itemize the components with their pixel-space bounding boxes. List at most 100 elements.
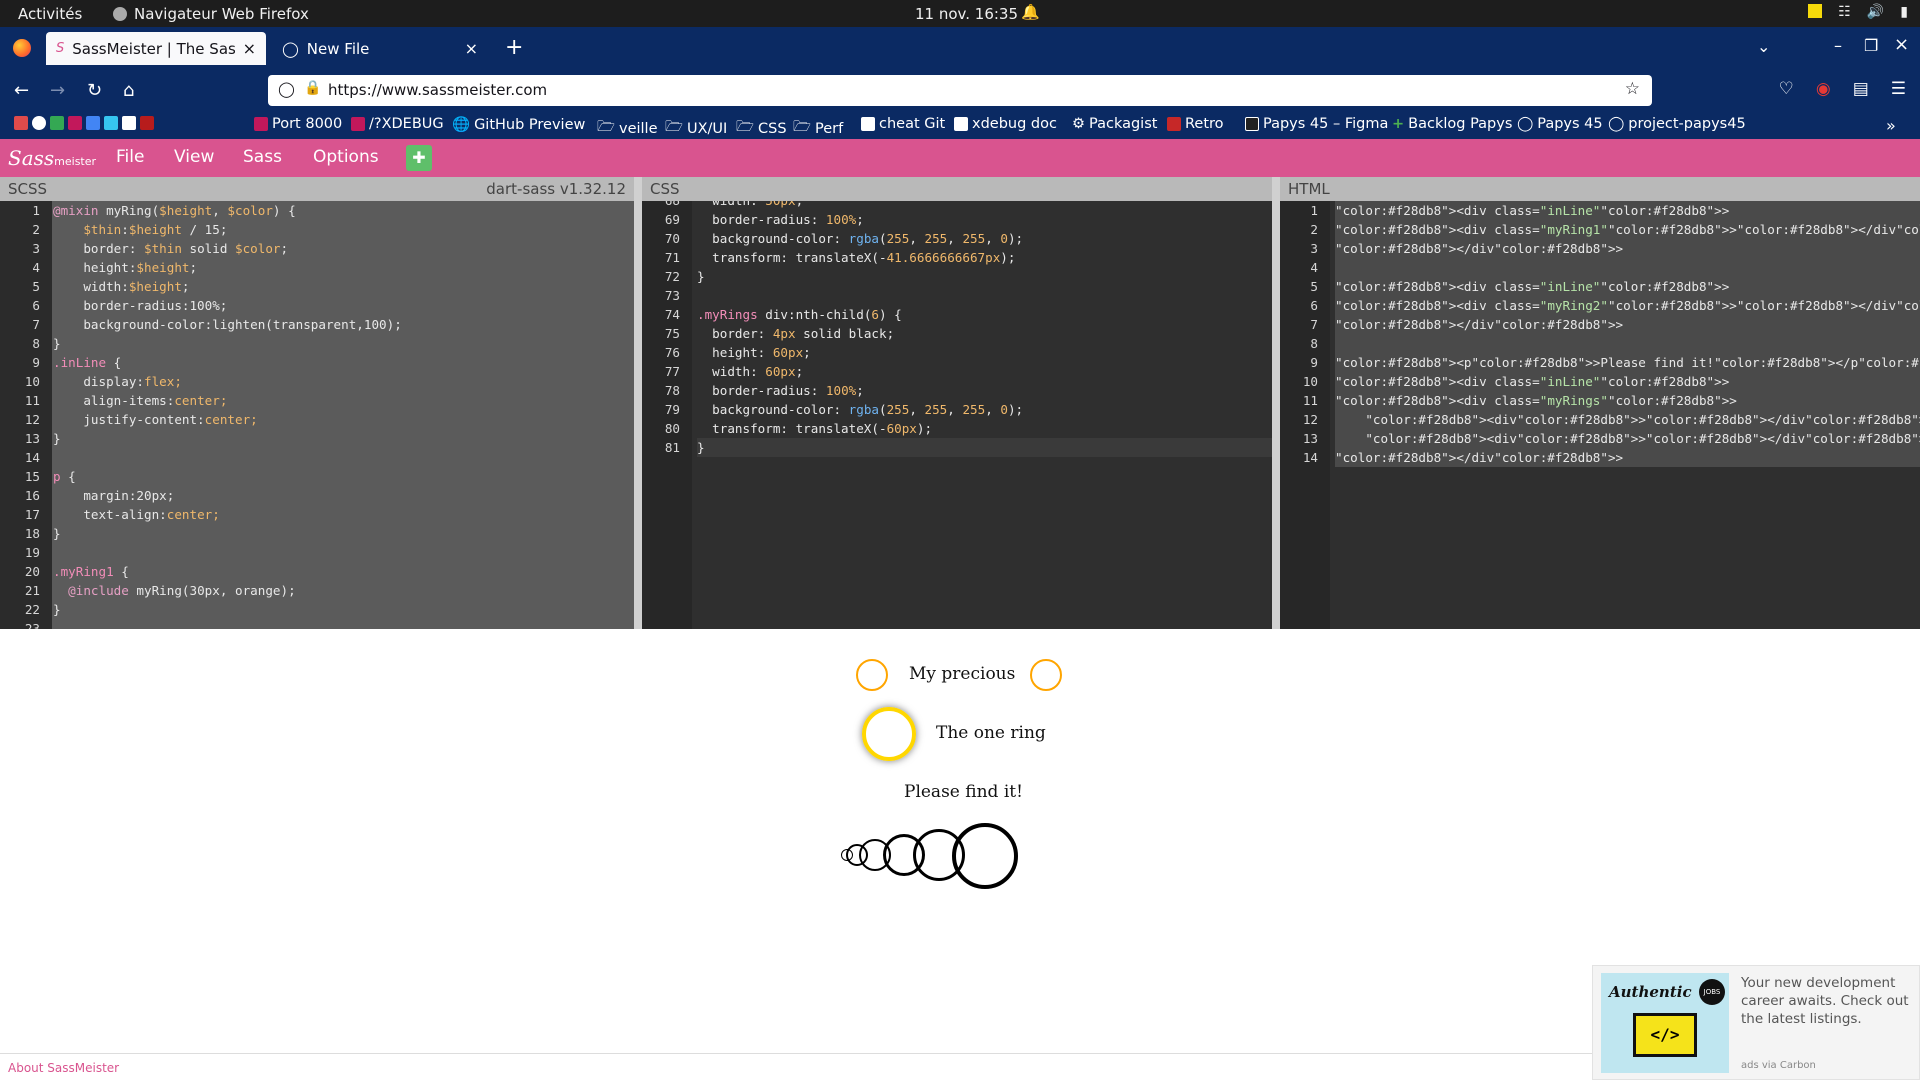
close-tab-icon[interactable]: × bbox=[243, 39, 256, 58]
code-line[interactable]: width:$height; bbox=[53, 277, 634, 296]
back-icon[interactable]: ← bbox=[14, 80, 29, 101]
maximize-icon[interactable]: ❐ bbox=[1864, 36, 1878, 55]
bookmark-icon[interactable] bbox=[14, 116, 28, 130]
code-line[interactable]: } bbox=[53, 600, 634, 619]
bookmark-packagist[interactable]: ⚙ Packagist bbox=[1072, 116, 1157, 132]
bookmark-port-8000[interactable]: Port 8000 bbox=[254, 116, 342, 132]
code-line[interactable]: "color:#f28db8"></div"color:#f28db8">> bbox=[1335, 239, 1920, 258]
battery-icon[interactable]: ▮ bbox=[1900, 4, 1908, 20]
code-line[interactable]: .inLine { bbox=[53, 353, 634, 372]
code-line[interactable]: ​ bbox=[1335, 258, 1920, 277]
code-line[interactable]: "color:#f28db8"><div class="inLine""colo… bbox=[1335, 201, 1920, 220]
code-line[interactable]: "color:#f28db8"><div class="inLine""colo… bbox=[1335, 372, 1920, 391]
bookmark-xdebug[interactable]: /?XDEBUG bbox=[351, 116, 444, 132]
bookmark-icons-group[interactable] bbox=[14, 116, 154, 130]
bookmark-xdebug-doc[interactable]: xdebug doc bbox=[954, 116, 1057, 132]
adblock-icon[interactable]: ◉ bbox=[1816, 79, 1831, 99]
code-line[interactable]: "color:#f28db8"><div class="myRing1""col… bbox=[1335, 220, 1920, 239]
code-line[interactable]: display:flex; bbox=[53, 372, 634, 391]
code-line[interactable]: $thin:$height / 15; bbox=[53, 220, 634, 239]
notes-icon[interactable] bbox=[1808, 4, 1823, 18]
github-icon[interactable] bbox=[32, 116, 46, 130]
code-line[interactable]: ​ bbox=[53, 543, 634, 562]
code-line[interactable]: @include myRing(30px, orange); bbox=[53, 581, 634, 600]
code-line[interactable]: background-color: rgba(255, 255, 255, 0)… bbox=[697, 400, 1272, 419]
code-line[interactable]: ​ bbox=[697, 286, 1272, 305]
code-line[interactable]: border-radius: 100%; bbox=[697, 210, 1272, 229]
code-line[interactable]: } bbox=[53, 334, 634, 353]
code-line[interactable]: text-align:center; bbox=[53, 505, 634, 524]
code-line[interactable]: margin:20px; bbox=[53, 486, 634, 505]
code-line[interactable]: height:$height; bbox=[53, 258, 634, 277]
pocket-icon[interactable]: ♡ bbox=[1779, 79, 1794, 99]
code-line[interactable]: "color:#f28db8"><div class="myRings""col… bbox=[1335, 391, 1920, 410]
bookmark-folder-perf[interactable]: 🗁 Perf bbox=[793, 116, 843, 141]
code-line[interactable]: "color:#f28db8"><p"color:#f28db8">>Pleas… bbox=[1335, 353, 1920, 372]
menu-file[interactable]: File bbox=[116, 147, 144, 167]
code-line[interactable]: "color:#f28db8"></div"color:#f28db8">> bbox=[1335, 448, 1920, 467]
bookmark-folder-css[interactable]: 🗁 CSS bbox=[736, 116, 787, 141]
reload-icon[interactable]: ↻ bbox=[87, 80, 102, 101]
code-line[interactable]: ​ bbox=[1335, 334, 1920, 353]
activities-button[interactable]: Activités bbox=[18, 5, 82, 23]
menu-options[interactable]: Options bbox=[313, 147, 379, 167]
volume-icon[interactable]: 🔊 bbox=[1867, 4, 1884, 20]
code-line[interactable]: background-color: rgba(255, 255, 255, 0)… bbox=[697, 229, 1272, 248]
code-line[interactable]: p { bbox=[53, 467, 634, 486]
code-line[interactable]: "color:#f28db8"><div class="myRing2""col… bbox=[1335, 296, 1920, 315]
code-line[interactable]: .myRing1 { bbox=[53, 562, 634, 581]
code-line[interactable]: "color:#f28db8"><div"color:#f28db8">>"co… bbox=[1335, 410, 1920, 429]
tracking-shield-icon[interactable]: ◯ bbox=[278, 80, 295, 98]
compiler-version[interactable]: dart-sass v1.32.12 bbox=[486, 180, 626, 198]
code-line[interactable]: } bbox=[53, 429, 634, 448]
code-line[interactable]: } bbox=[53, 524, 634, 543]
bookmark-star-icon[interactable]: ☆ bbox=[1625, 79, 1640, 99]
home-icon[interactable]: ⌂ bbox=[123, 80, 134, 101]
minimize-icon[interactable]: – bbox=[1834, 36, 1842, 55]
code-line[interactable]: .myRings div:nth-child(6) { bbox=[697, 305, 1272, 324]
bookmark-figma[interactable]: Papys 45 – Figma bbox=[1245, 116, 1388, 132]
css-code-area[interactable]: width: 50px; border-radius: 100%; backgr… bbox=[692, 201, 1272, 629]
ad-via-carbon[interactable]: ads via Carbon bbox=[1741, 1060, 1816, 1071]
menu-view[interactable]: View bbox=[174, 147, 214, 167]
code-line[interactable]: } bbox=[697, 438, 1272, 457]
bookmark-folder-veille[interactable]: 🗁 veille bbox=[597, 116, 658, 141]
gist-icon[interactable]: ✚ bbox=[406, 145, 432, 171]
code-line[interactable]: width: 50px; bbox=[697, 201, 1272, 210]
url-text[interactable]: https://www.sassmeister.com bbox=[328, 81, 547, 99]
forward-icon[interactable]: → bbox=[50, 80, 65, 101]
code-line[interactable]: ​ bbox=[53, 619, 634, 629]
new-tab-plus-icon[interactable]: + bbox=[505, 35, 523, 60]
code-line[interactable]: } bbox=[697, 267, 1272, 286]
css-editor[interactable]: 68 69 70 71 72 73 74 75 76 77 78 79 80 81 width: 50px… bbox=[642, 201, 1272, 629]
list-tabs-chevron-down-icon[interactable]: ⌄ bbox=[1757, 37, 1770, 56]
code-line[interactable]: align-items:center; bbox=[53, 391, 634, 410]
app-menu[interactable]: Navigateur Web Firefox bbox=[113, 5, 309, 23]
code-line[interactable]: background-color:lighten(transparent,100… bbox=[53, 315, 634, 334]
close-tab-icon[interactable]: × bbox=[465, 39, 478, 58]
slack-icon[interactable] bbox=[104, 116, 118, 130]
code-line[interactable]: @mixin myRing($height, $color) { bbox=[53, 201, 634, 220]
code-line[interactable]: border: 4px solid black; bbox=[697, 324, 1272, 343]
code-line[interactable]: width: 60px; bbox=[697, 362, 1272, 381]
ad-image[interactable]: Authentic JOBS </> bbox=[1601, 973, 1729, 1073]
bookmark-github-preview[interactable]: 🌐 GitHub Preview bbox=[452, 116, 585, 134]
url-bar[interactable]: ◯ 🔒 https://www.sassmeister.com ☆ bbox=[268, 75, 1652, 106]
code-line[interactable]: transform: translateX(-60px); bbox=[697, 419, 1272, 438]
html-editor[interactable]: 1 2 3 4 5 6 7 8 9 10 11 12 13 14 "color:#f28db8"><div… bbox=[1280, 201, 1920, 629]
reader-icon[interactable]: ▤ bbox=[1853, 79, 1869, 99]
hamburger-menu-icon[interactable]: ☰ bbox=[1891, 79, 1906, 99]
bookmark-cheat-git[interactable]: cheat Git bbox=[861, 116, 945, 132]
more-bookmarks-chevron-icon[interactable]: » bbox=[1886, 116, 1896, 135]
code-line[interactable]: "color:#f28db8"><div"color:#f28db8">>"co… bbox=[1335, 429, 1920, 448]
scss-editor[interactable]: 1 2 3 4 5 6 7 8 9 10 11 12 13 14 15 16 17 18 19 20 21 22 23 @m… bbox=[0, 201, 634, 629]
code-line[interactable]: justify-content:center; bbox=[53, 410, 634, 429]
lock-icon[interactable]: 🔒 bbox=[304, 80, 321, 96]
w3c-icon[interactable] bbox=[122, 116, 136, 130]
html-code-area[interactable]: "color:#f28db8"><div class="inLine""colo… bbox=[1330, 201, 1920, 629]
code-line[interactable]: border: $thin solid $color; bbox=[53, 239, 634, 258]
pane-resize-handle[interactable] bbox=[634, 177, 642, 629]
bookmark-icon[interactable] bbox=[68, 116, 82, 130]
ad-text[interactable]: Your new development career awaits. Chec… bbox=[1741, 974, 1911, 1028]
about-sassmeister-link[interactable]: About SassMeister bbox=[8, 1061, 119, 1075]
